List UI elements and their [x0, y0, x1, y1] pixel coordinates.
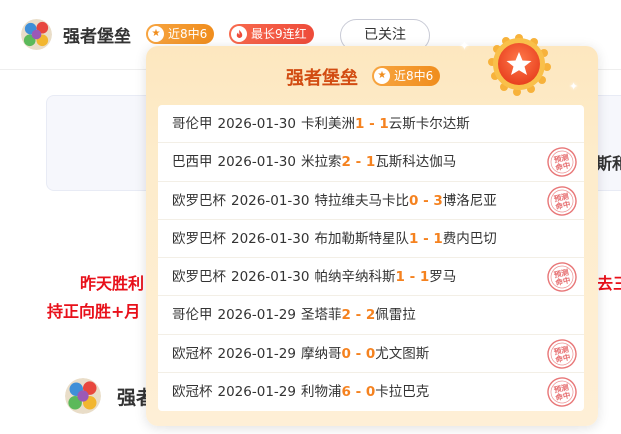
- avatar[interactable]: [21, 19, 52, 50]
- home-score: 1: [395, 269, 405, 286]
- score-separator: -: [423, 192, 429, 209]
- home-score: 6: [341, 384, 351, 401]
- match-row[interactable]: 哥伦甲 2026-01-29 圣塔菲2 - 2佩雷拉: [158, 296, 584, 335]
- away-score: 2: [365, 307, 376, 324]
- away-team: 卡拉巴克: [375, 384, 430, 401]
- match-row[interactable]: 巴西甲 2026-01-30 米拉索2 - 1瓦斯科达伽马 预测 命中: [158, 143, 584, 182]
- match-league: 欧罗巴杯: [172, 192, 226, 209]
- background-article-line: 去三: [597, 274, 621, 293]
- expert-name[interactable]: 强者堡垒: [63, 22, 131, 47]
- home-score: 2: [341, 307, 351, 324]
- away-team: 瓦斯科达伽马: [375, 154, 457, 171]
- home-team: 圣塔菲: [300, 307, 342, 324]
- match-date: 2026-01-29: [217, 384, 296, 401]
- away-team: 博洛尼亚: [442, 192, 497, 209]
- away-score: 3: [433, 192, 443, 209]
- hit-stamp-icon: 预测 命中: [546, 185, 578, 217]
- streak-label: 最长9连红: [251, 27, 307, 41]
- match-row[interactable]: 哥伦甲 2026-01-30 卡利美洲1 - 1云斯卡尔达斯: [158, 105, 584, 144]
- home-team: 摩纳哥: [300, 345, 342, 362]
- score-separator: -: [369, 116, 375, 132]
- sparkle-icon: ✦: [459, 39, 470, 54]
- home-score: 0: [341, 345, 351, 362]
- away-score: 1: [419, 269, 430, 286]
- popup-title: 强者堡垒: [286, 68, 358, 89]
- popup-hit-rate-badge: ★ 近8中6: [372, 66, 441, 86]
- match-league: 欧冠杯: [172, 345, 213, 362]
- match-row[interactable]: 欧罗巴杯 2026-01-30 帕纳辛纳科斯1 - 1罗马 预测 命中: [158, 258, 584, 297]
- match-row[interactable]: 欧罗巴杯 2026-01-30 特拉维夫马卡比0 - 3博洛尼亚 预测 命中: [158, 182, 584, 220]
- popup-hit-rate-label: 近8中6: [394, 69, 434, 83]
- home-team: 米拉索: [300, 154, 342, 171]
- match-league: 欧罗巴杯: [172, 230, 226, 247]
- away-score: 1: [433, 230, 443, 247]
- medal-star-icon: [487, 32, 551, 96]
- away-team: 费内巴切: [442, 230, 497, 247]
- home-team: 利物浦: [300, 384, 342, 401]
- away-team: 云斯卡尔达斯: [388, 116, 470, 132]
- avatar[interactable]: [65, 378, 101, 414]
- streak-badge: 最长9连红: [229, 24, 314, 44]
- home-team: 帕纳辛纳科斯: [314, 269, 396, 286]
- away-team: 罗马: [429, 269, 457, 286]
- match-row[interactable]: 欧冠杯 2026-01-29 摩纳哥0 - 0尤文图斯 预测 命中: [158, 335, 584, 374]
- match-date: 2026-01-30: [231, 269, 310, 286]
- away-score: 1: [365, 154, 376, 171]
- match-date: 2026-01-30: [231, 230, 310, 247]
- home-team: 卡利美洲: [300, 116, 355, 132]
- match-row[interactable]: 欧罗巴杯 2026-01-30 布加勒斯特星队1 - 1费内巴切: [158, 220, 584, 259]
- match-row[interactable]: 欧冠杯 2026-01-29 利物浦6 - 0卡拉巴克 预测 命中: [158, 373, 584, 411]
- hit-stamp-icon: 预测 命中: [546, 261, 578, 293]
- match-date: 2026-01-30: [217, 154, 296, 171]
- hit-stamp-icon: 预测 命中: [546, 338, 578, 370]
- away-team: 佩雷拉: [375, 307, 416, 324]
- away-team: 尤文图斯: [375, 345, 430, 362]
- hit-rate-badge[interactable]: ★ 近8中6: [146, 24, 215, 44]
- match-league: 哥伦甲: [172, 307, 213, 324]
- home-team: 特拉维夫马卡比: [314, 192, 409, 209]
- match-date: 2026-01-30: [231, 192, 310, 209]
- hit-stamp-icon: 预测 命中: [546, 146, 578, 178]
- star-icon: ★: [374, 68, 390, 84]
- home-score: 1: [354, 116, 365, 132]
- home-score: 0: [408, 192, 419, 209]
- match-list: 哥伦甲 2026-01-30 卡利美洲1 - 1云斯卡尔达斯 巴西甲 2026-01-…: [158, 105, 584, 411]
- background-article-line: 昨天胜利: [80, 274, 145, 293]
- away-score: 0: [365, 345, 376, 362]
- home-score: 1: [408, 230, 419, 247]
- flame-icon: [231, 26, 247, 42]
- match-league: 欧罗巴杯: [172, 269, 226, 286]
- hit-rate-label: 近8中6: [168, 27, 208, 41]
- home-team: 布加勒斯特星队: [314, 230, 409, 247]
- background-article-line: 持正向胜+月: [47, 302, 141, 321]
- match-date: 2026-01-29: [217, 345, 296, 362]
- match-date: 2026-01-30: [217, 116, 296, 132]
- background-card-text: 斯和: [596, 154, 621, 173]
- sparkle-icon: ✦: [569, 80, 579, 93]
- home-score: 2: [341, 154, 351, 171]
- match-league: 哥伦甲: [172, 116, 213, 132]
- star-icon: ★: [148, 26, 164, 42]
- hit-stamp-icon: 预测 命中: [546, 376, 578, 408]
- match-league: 巴西甲: [172, 154, 213, 171]
- match-date: 2026-01-29: [217, 307, 296, 324]
- score-separator: -: [423, 230, 429, 247]
- away-score: 1: [379, 116, 389, 132]
- match-league: 欧冠杯: [172, 384, 213, 401]
- away-score: 0: [365, 384, 376, 401]
